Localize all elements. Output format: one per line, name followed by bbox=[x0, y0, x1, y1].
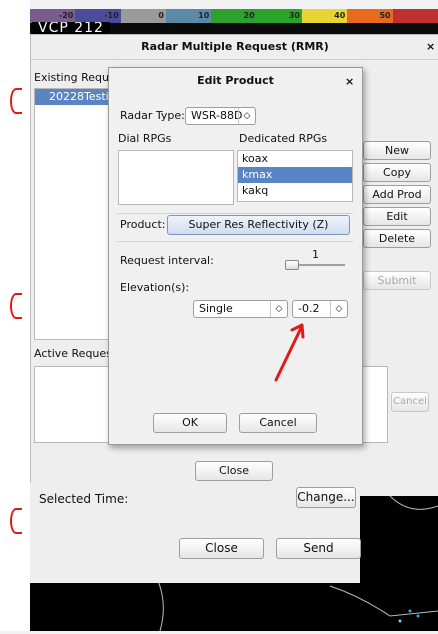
change-button[interactable]: Change... bbox=[296, 487, 356, 508]
close-button[interactable]: Close bbox=[179, 538, 264, 559]
colorbar-tick-label: 30 bbox=[288, 11, 300, 20]
dial-rpgs-list[interactable] bbox=[118, 150, 234, 205]
cancel-button[interactable]: Cancel bbox=[239, 413, 317, 433]
delete-button[interactable]: Delete bbox=[363, 229, 431, 248]
annotation-arc bbox=[10, 293, 22, 319]
colorbar-segment: 30 bbox=[256, 9, 302, 23]
list-item[interactable]: kmax bbox=[238, 167, 352, 183]
colorbar-tick-label: -20 bbox=[58, 11, 74, 20]
colorbar-segment: -10 bbox=[75, 9, 121, 23]
radar-type-select[interactable]: WSR-88D ◇ bbox=[185, 107, 256, 125]
chevron-updown-icon: ◇ bbox=[330, 301, 347, 317]
edit-button[interactable]: Edit bbox=[363, 207, 431, 226]
dial-rpgs-label: Dial RPGs bbox=[118, 132, 172, 145]
elevation-label: Elevation(s): bbox=[120, 281, 190, 294]
existing-requests-list[interactable]: 20228Testi bbox=[34, 88, 111, 340]
rmr-close-button[interactable]: Close bbox=[195, 461, 273, 481]
edit-product-dialog: Edit Product × Radar Type: WSR-88D ◇ Dia… bbox=[108, 67, 363, 445]
close-icon[interactable]: × bbox=[426, 40, 435, 53]
chevron-updown-icon: ◇ bbox=[270, 301, 287, 317]
interval-slider-handle[interactable] bbox=[285, 260, 299, 270]
new-request-button[interactable]: New Request bbox=[363, 141, 431, 174]
chevron-updown-icon: ◇ bbox=[238, 108, 255, 124]
send-button[interactable]: Send bbox=[276, 538, 361, 559]
bottom-left-margin bbox=[0, 595, 30, 631]
colorbar-tick-label: -10 bbox=[104, 11, 119, 20]
colorbar-tick-label: 10 bbox=[198, 11, 210, 20]
colorbar-segment: 40 bbox=[301, 9, 348, 23]
annotation-arc bbox=[10, 88, 22, 114]
copy-button[interactable]: Copy bbox=[363, 163, 431, 182]
request-interval-value: 1 bbox=[312, 248, 319, 261]
colorbar-segment bbox=[392, 9, 438, 23]
colorbar-tick-label: 0 bbox=[158, 11, 164, 20]
divider bbox=[117, 241, 353, 242]
elevation-value: -0.2 bbox=[298, 302, 320, 315]
radar-type-value: WSR-88D bbox=[191, 109, 243, 122]
rmr-title: Radar Multiple Request (RMR) bbox=[31, 35, 438, 60]
divider bbox=[117, 213, 353, 214]
selected-time-label: Selected Time: bbox=[39, 492, 129, 506]
colorbar-tick-label: 40 bbox=[334, 11, 346, 20]
vcp-label: VCP 212 bbox=[32, 22, 110, 34]
colorbar-tick-label: 20 bbox=[243, 11, 255, 20]
dedicated-rpgs-list[interactable]: koax kmax kakq bbox=[237, 150, 353, 202]
elevation-value-select[interactable]: -0.2 ◇ bbox=[292, 300, 348, 318]
colorbar-segment: 50 bbox=[347, 9, 393, 23]
annotation-arc bbox=[10, 508, 22, 534]
list-item[interactable]: koax bbox=[238, 151, 352, 167]
close-icon[interactable]: × bbox=[345, 75, 354, 88]
edit-product-title: Edit Product bbox=[197, 74, 274, 87]
cancel-request-button[interactable]: Cancel bbox=[391, 392, 429, 412]
reflectivity-colorbar: -20 -10 0 10 20 30 40 50 bbox=[30, 9, 438, 23]
colorbar-segment: 10 bbox=[165, 9, 212, 23]
list-item[interactable]: kakq bbox=[238, 183, 352, 199]
annotation-arrow bbox=[274, 323, 305, 382]
radar-type-label: Radar Type: bbox=[120, 109, 185, 122]
product-select-button[interactable]: Super Res Reflectivity (Z) bbox=[167, 215, 350, 235]
ok-button[interactable]: OK bbox=[153, 413, 227, 433]
request-interval-label: Request interval: bbox=[120, 254, 214, 267]
colorbar-segment: 0 bbox=[120, 9, 166, 23]
elevation-mode-select[interactable]: Single ◇ bbox=[193, 300, 288, 318]
colorbar-segment: 20 bbox=[211, 9, 257, 23]
submit-button[interactable]: Submit bbox=[363, 271, 431, 290]
colorbar-tick-label: 50 bbox=[379, 11, 391, 20]
product-label: Product: bbox=[120, 218, 166, 231]
list-item[interactable]: 20228Testi bbox=[35, 89, 110, 105]
elevation-mode-value: Single bbox=[199, 302, 233, 315]
dedicated-rpgs-label: Dedicated RPGs bbox=[239, 132, 328, 145]
add-prod-button[interactable]: Add Prod bbox=[363, 185, 431, 204]
colorbar-segment: -20 bbox=[30, 9, 76, 23]
